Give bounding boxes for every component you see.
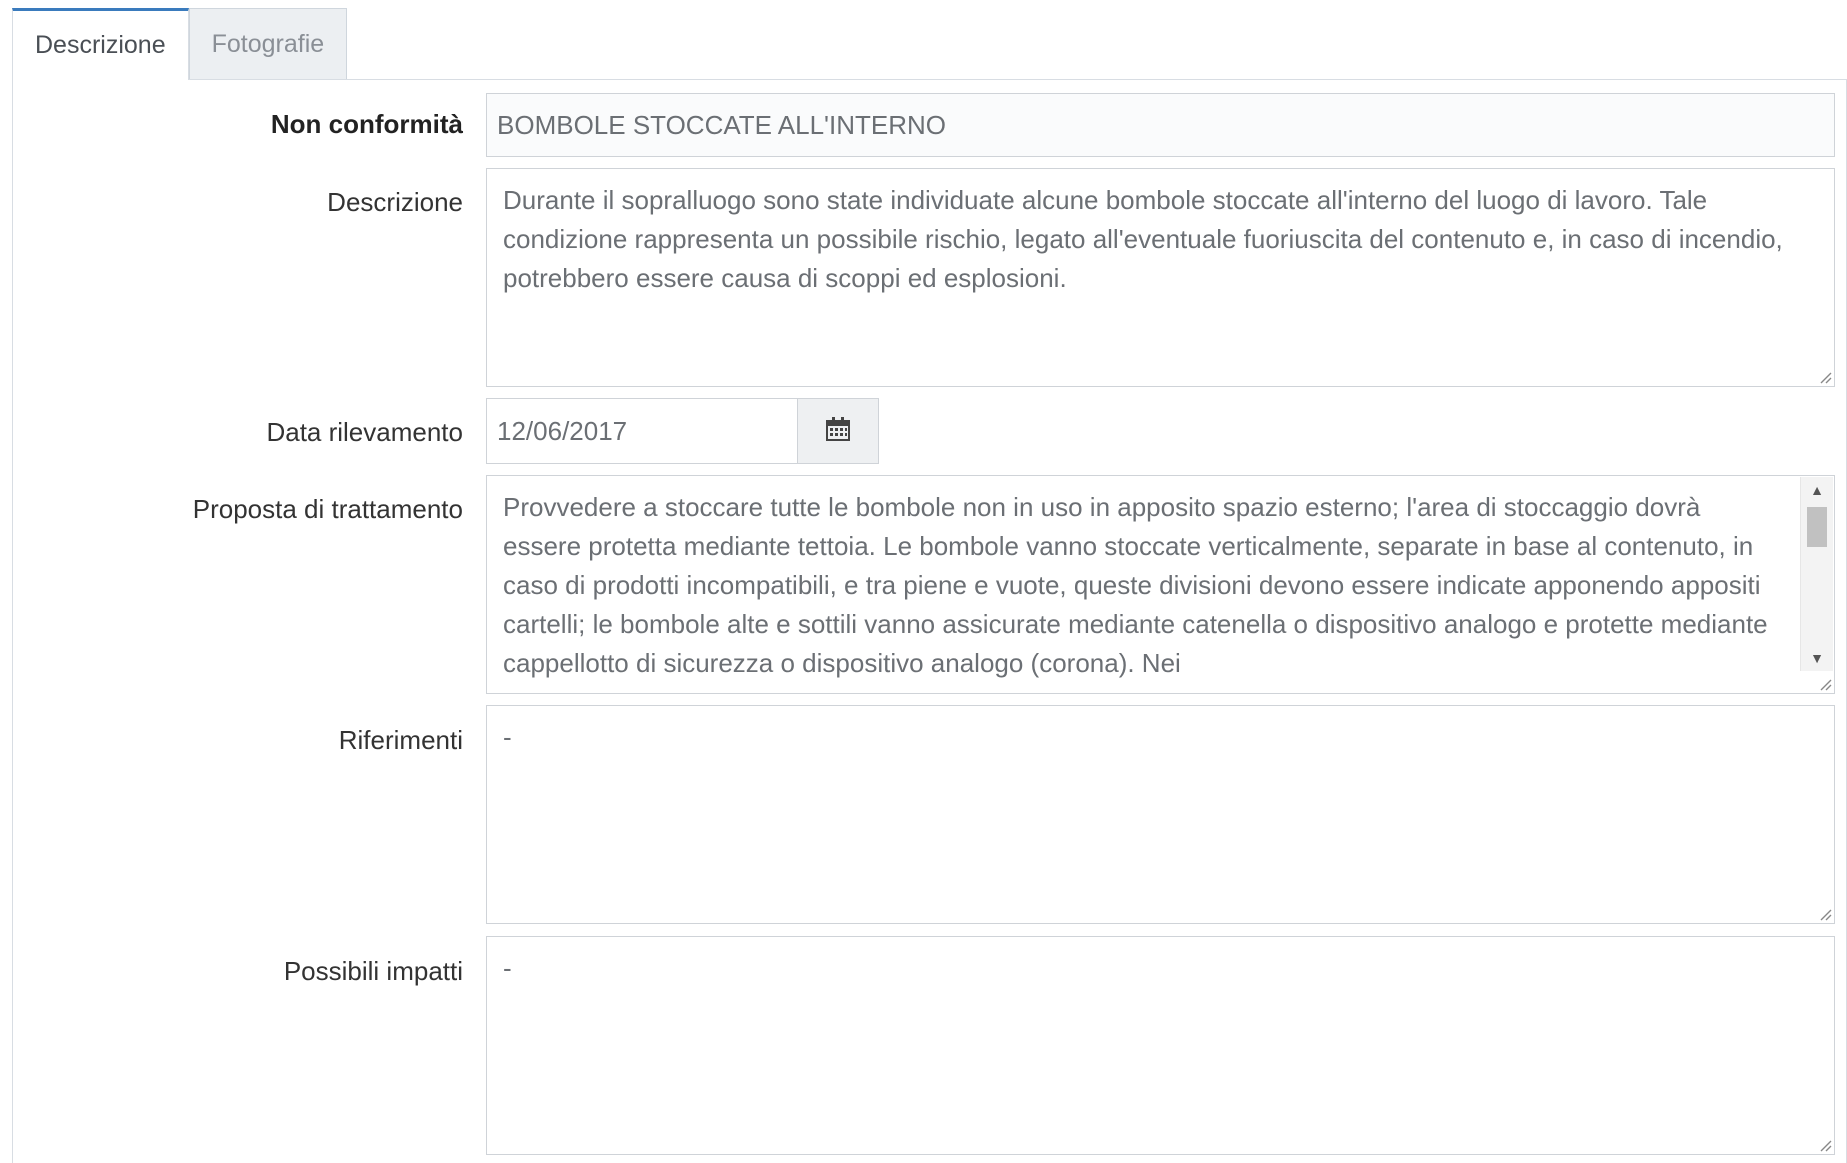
form-container: Descrizione Fotografie Non conformità BO…: [0, 0, 1847, 1163]
riferimenti-label: Riferimenti: [338, 725, 463, 755]
impatti-textarea[interactable]: -: [486, 936, 1835, 1155]
descrizione-value: Durante il sopralluogo sono state indivi…: [503, 185, 1783, 293]
proposta-scrollbar[interactable]: ▲ ▼: [1800, 477, 1833, 671]
calendar-icon: [824, 415, 852, 448]
resize-handle-icon[interactable]: [1818, 1138, 1832, 1152]
resize-handle-icon[interactable]: [1818, 370, 1832, 384]
resize-handle-icon[interactable]: [1818, 677, 1832, 691]
tab-descrizione[interactable]: Descrizione: [12, 8, 189, 80]
tab-bar: Descrizione Fotografie: [12, 8, 348, 80]
data-rilevamento-label: Data rilevamento: [266, 417, 463, 447]
calendar-button[interactable]: [798, 398, 879, 464]
descrizione-textarea[interactable]: Durante il sopralluogo sono state indivi…: [486, 168, 1835, 387]
proposta-textarea[interactable]: Provvedere a stoccare tutte le bombole n…: [486, 475, 1835, 694]
non-conformita-label: Non conformità: [270, 109, 463, 139]
data-rilevamento-input[interactable]: 12/06/2017: [486, 398, 798, 464]
descrizione-label: Descrizione: [327, 187, 463, 217]
scroll-up-icon[interactable]: ▲: [1801, 477, 1833, 503]
resize-handle-icon[interactable]: [1818, 907, 1832, 921]
scroll-down-icon[interactable]: ▼: [1801, 645, 1833, 671]
tab-fotografie[interactable]: Fotografie: [188, 8, 348, 79]
impatti-value: -: [503, 953, 512, 983]
riferimenti-value: -: [503, 722, 512, 752]
non-conformita-field[interactable]: BOMBOLE STOCCATE ALL'INTERNO: [486, 93, 1835, 157]
proposta-label: Proposta di trattamento: [192, 494, 463, 524]
data-rilevamento-value: 12/06/2017: [497, 415, 628, 446]
impatti-label: Possibili impatti: [283, 956, 463, 986]
non-conformita-value: BOMBOLE STOCCATE ALL'INTERNO: [497, 109, 946, 140]
proposta-value: Provvedere a stoccare tutte le bombole n…: [503, 492, 1768, 678]
scroll-thumb[interactable]: [1807, 507, 1827, 547]
riferimenti-textarea[interactable]: -: [486, 705, 1835, 924]
